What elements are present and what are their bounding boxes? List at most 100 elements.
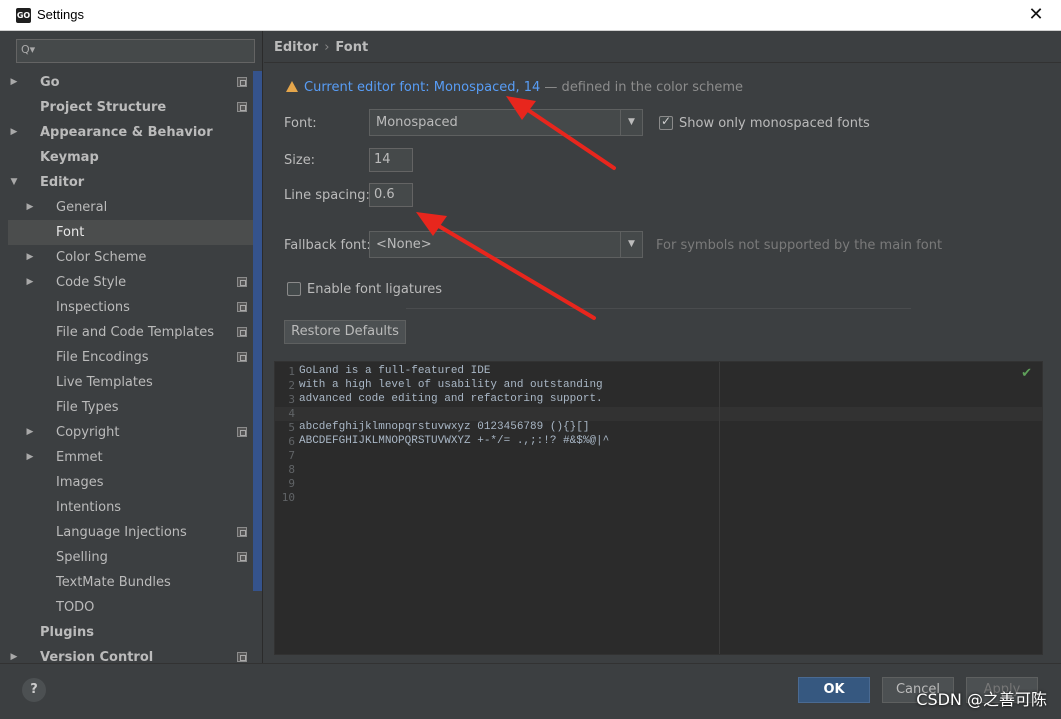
sidebar-item-label: File Types	[56, 400, 119, 415]
sidebar-item-label: Go	[40, 75, 60, 90]
sidebar-item-emmet[interactable]: ▶ Emmet	[8, 445, 253, 470]
sidebar-item-code-style[interactable]: ▶ Code Style	[8, 270, 253, 295]
fallback-hint: For symbols not supported by the main fo…	[656, 238, 943, 253]
sidebar-item-plugins[interactable]: Plugins	[8, 620, 253, 645]
sidebar-item-font[interactable]: Font	[8, 220, 253, 245]
project-level-icon	[237, 352, 247, 362]
sidebar-item-copyright[interactable]: ▶ Copyright	[8, 420, 253, 445]
sidebar-item-file-types[interactable]: File Types	[8, 395, 253, 420]
sidebar-item-todo[interactable]: TODO	[8, 595, 253, 620]
code-line: advanced code editing and refactoring su…	[299, 393, 603, 405]
sidebar-item-color-scheme[interactable]: ▶ Color Scheme	[8, 245, 253, 270]
font-combo[interactable]: Monospaced ▼	[369, 109, 643, 136]
sidebar-item-inspections[interactable]: Inspections	[8, 295, 253, 320]
sidebar-item-images[interactable]: Images	[8, 470, 253, 495]
sidebar-item-project-structure[interactable]: Project Structure	[8, 95, 253, 120]
breadcrumb: Editor › Font	[274, 40, 368, 55]
sidebar-item-label: Project Structure	[40, 100, 167, 115]
project-level-icon	[237, 652, 247, 662]
close-icon[interactable]: ✕	[1025, 4, 1047, 26]
breadcrumb-editor: Editor	[274, 40, 319, 55]
fallback-font-combo[interactable]: <None> ▼	[369, 231, 643, 258]
chevron-right-icon[interactable]: ▶	[24, 445, 36, 470]
separator-line	[406, 308, 911, 309]
chevron-right-icon[interactable]: ▶	[24, 245, 36, 270]
sidebar-item-go[interactable]: ▶ Go	[8, 70, 253, 95]
sidebar-item-label: Color Scheme	[56, 250, 147, 265]
title-bar: GO Settings ✕	[0, 0, 1061, 31]
sidebar-item-intentions[interactable]: Intentions	[8, 495, 253, 520]
chevron-down-icon[interactable]: ▼	[8, 170, 20, 195]
sidebar-item-label: TextMate Bundles	[56, 575, 171, 590]
sidebar-item-editor[interactable]: ▼ Editor	[8, 170, 253, 195]
preview-code: GoLand is a full-featured IDE with a high…	[299, 365, 609, 505]
show-monospaced-label: Show only monospaced fonts	[679, 116, 870, 131]
search-input[interactable]: Q▾	[16, 39, 255, 63]
fallback-font-value: <None>	[376, 237, 432, 252]
sidebar-item-keymap[interactable]: Keymap	[8, 145, 253, 170]
line-number: 6	[288, 435, 295, 448]
sidebar-item-label: Spelling	[56, 550, 108, 565]
size-label: Size:	[284, 153, 316, 168]
font-ligatures-checkbox[interactable]	[287, 282, 301, 296]
sidebar-item-label: Appearance & Behavior	[40, 125, 213, 140]
color-scheme-link[interactable]: Current editor font: Monospaced, 14	[304, 80, 540, 95]
project-level-icon	[237, 552, 247, 562]
sidebar-item-label: Inspections	[56, 300, 130, 315]
sidebar-item-general[interactable]: ▶ General	[8, 195, 253, 220]
sidebar-item-label: Plugins	[40, 625, 94, 640]
help-button[interactable]: ?	[22, 678, 46, 702]
project-level-icon	[237, 102, 247, 112]
sidebar-item-file-encodings[interactable]: File Encodings	[8, 345, 253, 370]
sidebar-item-live-templates[interactable]: Live Templates	[8, 370, 253, 395]
settings-tree: ▶ Go Project Structure ▶ Appearance & Behavi…	[8, 70, 253, 670]
right-margin-guide	[719, 362, 720, 654]
size-input[interactable]: 14	[369, 148, 413, 172]
line-number: 7	[288, 449, 295, 462]
chevron-right-icon[interactable]: ▶	[24, 195, 36, 220]
sidebar-scrollbar[interactable]	[253, 71, 262, 591]
sidebar-item-textmate-bundles[interactable]: TextMate Bundles	[8, 570, 253, 595]
show-monospaced-checkbox[interactable]	[659, 114, 673, 130]
font-preview-editor[interactable]: 1 2 3 4 5 6 7 8 9 10 GoLand is a full-featured ID…	[274, 361, 1043, 655]
sidebar-item-spelling[interactable]: Spelling	[8, 545, 253, 570]
sidebar-item-appearance-behavior[interactable]: ▶ Appearance & Behavior	[8, 120, 253, 145]
search-icon: Q▾	[21, 43, 36, 56]
project-level-icon	[237, 277, 247, 287]
breadcrumb-separator: ›	[324, 40, 330, 55]
restore-defaults-button[interactable]: Restore Defaults	[284, 320, 406, 344]
chevron-down-icon: ▼	[620, 232, 642, 257]
font-settings-panel: Editor › Font Current editor font: Monospa…	[264, 31, 1061, 663]
chevron-right-icon[interactable]: ▶	[8, 120, 20, 145]
code-line: with a high level of usability and outst…	[299, 379, 603, 391]
line-number: 3	[288, 393, 295, 406]
chevron-right-icon[interactable]: ▶	[8, 70, 20, 95]
ok-button[interactable]: OK	[798, 677, 870, 703]
sidebar-item-file-and-code-templates[interactable]: File and Code Templates	[8, 320, 253, 345]
line-number: 4	[288, 407, 295, 420]
line-spacing-input[interactable]: 0.6	[369, 183, 413, 207]
sidebar-item-label: Editor	[40, 175, 85, 190]
checkmark-icon: ✔	[1021, 366, 1032, 381]
warning-text: — defined in the color scheme	[540, 80, 744, 95]
sidebar-item-label: Images	[56, 475, 104, 490]
chevron-right-icon[interactable]: ▶	[24, 270, 36, 295]
chevron-right-icon[interactable]: ▶	[24, 420, 36, 445]
warning-icon	[286, 81, 298, 92]
line-number: 10	[281, 491, 295, 504]
breadcrumb-font: Font	[335, 40, 369, 55]
sidebar-item-language-injections[interactable]: Language Injections	[8, 520, 253, 545]
project-level-icon	[237, 527, 247, 537]
sidebar-item-label: Live Templates	[56, 375, 153, 390]
line-number: 5	[288, 421, 295, 434]
line-number: 8	[288, 463, 295, 476]
code-line: GoLand is a full-featured IDE	[299, 365, 491, 377]
project-level-icon	[237, 427, 247, 437]
line-spacing-label: Line spacing:	[284, 188, 370, 203]
code-line: abcdefghijklmnopqrstuvwxyz 0123456789 ()…	[299, 421, 590, 433]
sidebar-item-label: Emmet	[56, 450, 103, 465]
csdn-watermark: CSDN @之善可陈	[916, 690, 1047, 709]
